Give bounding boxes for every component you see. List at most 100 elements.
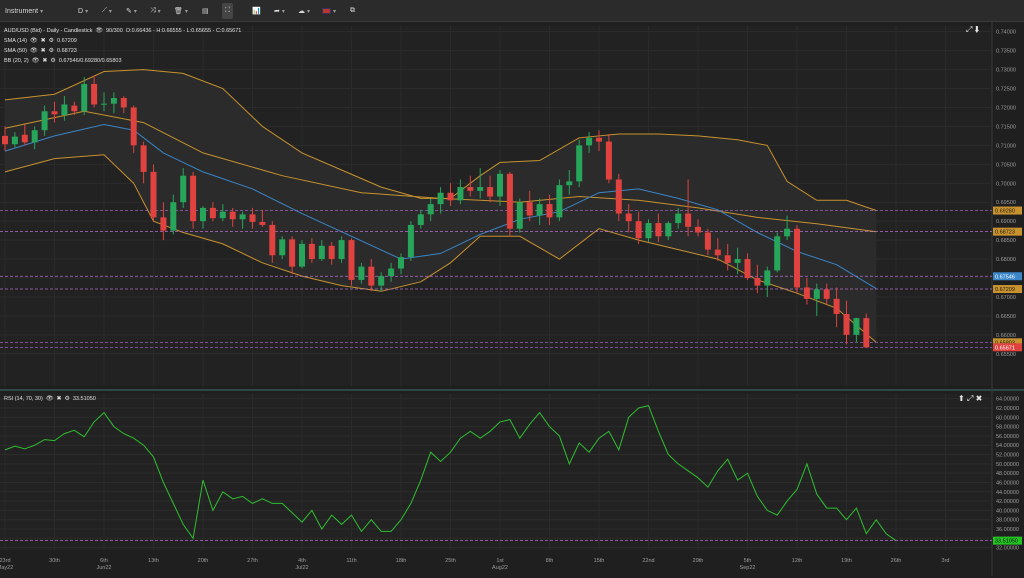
timeframe-selector[interactable]: D ▾ <box>78 3 88 19</box>
candle-body <box>229 211 236 220</box>
candle-body <box>279 239 286 256</box>
gear-icon[interactable]: ⚙ <box>49 47 54 54</box>
candle-body <box>398 257 404 269</box>
x-tick-label: 23rd <box>0 558 11 564</box>
toolbar: Instrument ▾ D ▾ ⟋ ▾ ✎ ▾ ⤨ ▾ 🗑 ▾ ▤ ⛶ 📊 ➦ ▾ ☁ ▾… <box>0 0 1024 22</box>
x-tick-label: 27th <box>247 558 258 564</box>
instrument-selector[interactable]: Instrument ▾ <box>5 3 43 19</box>
bb-value: 0.67546/0.69280/0.65803 <box>58 57 122 64</box>
main-legend-ohlc: O:0.66436 - H:0.66555 - L:0.65655 - C:0.… <box>125 27 242 34</box>
eye-icon[interactable]: 👁 <box>32 57 40 64</box>
x-tick-label: 30th <box>49 558 60 564</box>
main-y-tick-label: 0.65500 <box>996 352 1016 358</box>
candle-body <box>447 192 454 201</box>
instrument-label: Instrument <box>5 7 39 15</box>
rsi-y-tick-label: 44.00000 <box>996 490 1019 496</box>
candle-body <box>259 221 266 225</box>
candle-body <box>209 207 216 219</box>
sma50-label: SMA (50) <box>4 47 27 54</box>
arrow-down-icon[interactable]: ⬇ <box>975 25 980 34</box>
x-tick-label: 1st <box>496 558 504 564</box>
pencil-tool-button[interactable]: ✎ ▾ <box>126 3 137 19</box>
main-y-tick-label: 0.70500 <box>996 162 1016 168</box>
main-legend-title: AUD/USD (Bid) - Daily - Candlestick <box>4 27 93 34</box>
main-y-tick-label: 0.71500 <box>996 124 1016 130</box>
candle-body <box>685 213 692 227</box>
bb-legend: BB (20, 2) 👁 ✖ ⚙ 0.67546/0.69280/0.65803 <box>4 57 122 65</box>
rsi-y-tick-label: 48.00000 <box>996 471 1019 477</box>
fit-button[interactable]: ⛶ <box>222 3 233 19</box>
rsi-legend: RSI (14, 70, 30) 👁 ✖ ⚙ 33.51050 <box>4 395 96 403</box>
candle-body <box>714 249 721 256</box>
eye-icon[interactable]: 👁 <box>46 395 54 402</box>
candle-body <box>318 245 325 260</box>
candle-body <box>110 98 117 104</box>
delete-button[interactable]: 🗑 ▾ <box>174 3 188 19</box>
rsi-label: RSI (14, 70, 30) <box>4 395 43 402</box>
share-icon: ➦ <box>274 8 280 15</box>
rsi-value: 33.51050 <box>72 395 96 402</box>
close-icon[interactable]: ✖ <box>42 57 47 64</box>
x-tick-sublabel: May22 <box>0 565 13 571</box>
gear-icon[interactable]: ⚙ <box>49 37 54 44</box>
candle-body <box>665 223 672 237</box>
candle-body <box>427 204 434 215</box>
shapes-tool-button[interactable]: ⤨ ▾ <box>150 3 161 19</box>
expand-icon[interactable]: ⤢ <box>966 25 972 34</box>
rsi-y-tick-label: 46.00000 <box>996 480 1019 486</box>
candle-body <box>81 83 88 112</box>
expand-icon[interactable]: ⤢ <box>967 394 973 403</box>
theme-button[interactable]: ☁ ▾ <box>298 3 310 19</box>
candle-body <box>21 134 28 143</box>
x-tick-label: 3rd <box>942 558 950 564</box>
rsi-y-tick-label: 64.00000 <box>996 397 1019 403</box>
sma50-value: 0.68723 <box>56 47 77 54</box>
line-tool-button[interactable]: ⟋ ▾ <box>102 3 112 19</box>
gear-icon[interactable]: ⚙ <box>64 395 69 402</box>
rsi-y-tick-label: 56.00000 <box>996 434 1019 440</box>
theme-icon: ☁ <box>298 8 305 15</box>
bb-label: BB (20, 2) <box>4 57 29 64</box>
price-marker-label: 0.67209 <box>995 287 1015 293</box>
main-y-tick-label: 0.67000 <box>996 295 1016 301</box>
candle-body <box>368 266 375 286</box>
eye-icon[interactable]: 👁 <box>30 47 38 54</box>
close-icon[interactable]: ✖ <box>41 47 46 54</box>
chart-area[interactable]: 0.74000 0.73500 0.73000 0.72500 0.72000 0.715… <box>0 22 1024 576</box>
language-button[interactable]: ▾ <box>322 3 336 19</box>
candle-body <box>180 175 187 203</box>
chevron-down-icon: ▾ <box>333 8 337 15</box>
x-tick-label: 29th <box>693 558 704 564</box>
close-icon[interactable]: ✖ <box>976 394 983 403</box>
snapshot-button[interactable]: ⧉ <box>350 3 355 19</box>
timeframe-label: D <box>78 7 84 15</box>
close-icon[interactable]: ✖ <box>41 37 46 44</box>
pencil-icon: ✎ <box>126 8 132 15</box>
candle-body <box>794 228 800 288</box>
candle-body <box>289 239 296 267</box>
sma14-value: 0.67209 <box>56 37 77 44</box>
arrow-up-icon[interactable]: ⬆ <box>958 394 965 403</box>
chart-svg[interactable]: 0.74000 0.73500 0.73000 0.72500 0.72000 0.715… <box>0 22 1024 576</box>
candle-body <box>566 181 573 186</box>
main-legend: AUD/USD (Bid) - Daily - Candlestick 👁 90… <box>4 27 242 35</box>
eye-icon[interactable]: 👁 <box>30 37 38 44</box>
eye-icon[interactable]: 👁 <box>95 27 103 34</box>
rsi-y-tick-label: 40.00000 <box>996 508 1019 514</box>
candle-body <box>774 236 781 271</box>
candle-body <box>734 259 741 263</box>
candle-body <box>863 318 870 348</box>
share-button[interactable]: ➦ ▾ <box>274 3 285 19</box>
x-tick-label: 4th <box>298 558 306 564</box>
candle-body <box>497 173 503 197</box>
x-tick-label: 6th <box>100 558 108 564</box>
close-icon[interactable]: ✖ <box>56 395 61 402</box>
layout-button[interactable]: ▤ <box>202 3 209 19</box>
candle-body <box>823 289 830 299</box>
indicators-button[interactable]: 📊 <box>252 3 261 19</box>
x-tick-label: 11th <box>346 558 356 564</box>
candle-body <box>200 207 206 222</box>
candle-body <box>645 223 652 239</box>
x-tick-label: 26th <box>891 558 902 564</box>
gear-icon[interactable]: ⚙ <box>50 57 55 64</box>
